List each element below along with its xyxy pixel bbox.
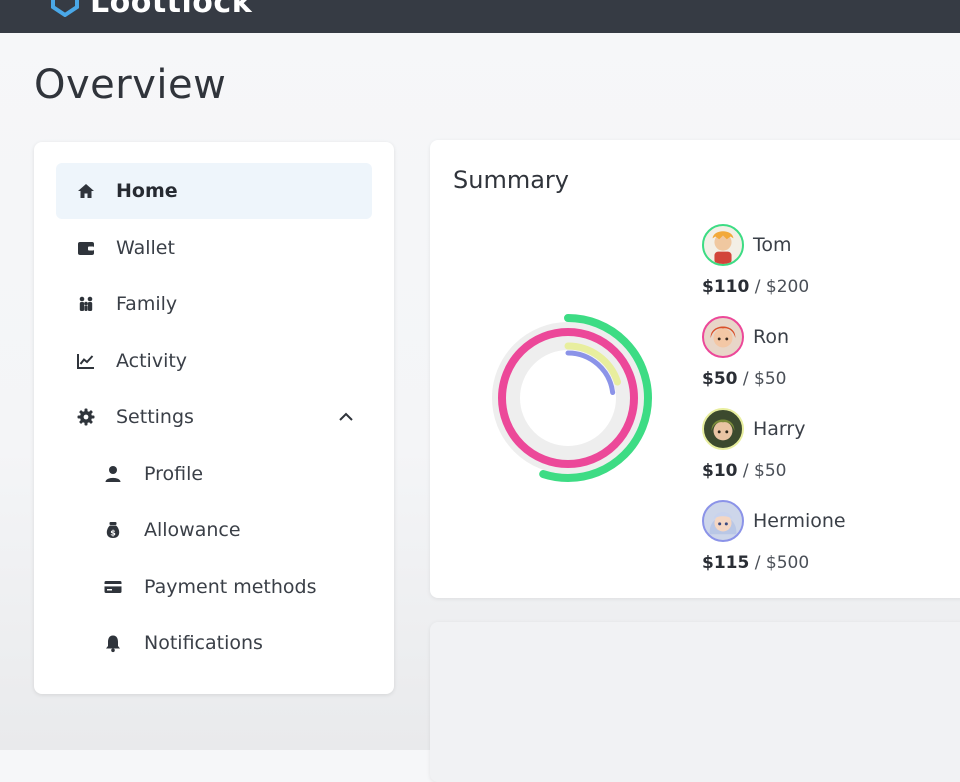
gear-icon <box>76 407 96 427</box>
person-name: Harry <box>753 418 806 440</box>
amount-total: $500 <box>765 553 810 573</box>
person-amount: $50 / $50 <box>702 369 787 389</box>
money-bag-icon: $ <box>103 520 123 540</box>
sidebar-item-allowance[interactable]: $ Allowance <box>56 502 372 558</box>
avatar <box>702 408 744 450</box>
amount-spent: $10 <box>702 461 738 481</box>
person-amount: $10 / $50 <box>702 461 787 481</box>
person-name: Ron <box>753 326 790 348</box>
sidebar-item-label: Family <box>116 293 178 315</box>
person-hermione[interactable]: Hermione $115 / $500 <box>702 500 960 580</box>
sidebar-item-label: Payment methods <box>144 576 317 598</box>
summary-title: Summary <box>453 166 569 194</box>
secondary-card <box>430 622 960 782</box>
svg-text:$: $ <box>110 529 116 538</box>
activity-chart-icon <box>76 351 96 371</box>
amount-total: $200 <box>765 277 810 297</box>
sidebar-item-label: Home <box>116 180 178 202</box>
person-tom[interactable]: Tom $110 / $200 <box>702 224 960 304</box>
spending-rings-chart <box>484 314 652 482</box>
amount-spent: $50 <box>702 369 738 389</box>
person-amount: $110 / $200 <box>702 277 810 297</box>
avatar <box>702 316 744 358</box>
sidebar-item-payment-methods[interactable]: Payment methods <box>56 559 372 615</box>
sidebar-item-label: Activity <box>116 350 188 372</box>
avatar <box>702 500 744 542</box>
sidebar-item-profile[interactable]: Profile <box>56 446 372 502</box>
sidebar-item-wallet[interactable]: Wallet <box>56 220 372 276</box>
sidebar-item-family[interactable]: Family <box>56 276 372 332</box>
sidebar-item-label: Profile <box>144 463 204 485</box>
logo-icon <box>51 0 79 17</box>
home-icon <box>76 181 96 201</box>
sidebar-item-activity[interactable]: Activity <box>56 333 372 389</box>
amount-spent: $115 <box>702 553 750 573</box>
person-amount: $115 / $500 <box>702 553 810 573</box>
sidebar-item-label: Notifications <box>144 632 263 654</box>
person-name: Hermione <box>753 510 846 532</box>
sidebar-item-label: Settings <box>116 406 194 428</box>
family-icon <box>76 294 96 314</box>
amount-total: $50 <box>754 461 787 481</box>
avatar <box>702 224 744 266</box>
chevron-up-icon[interactable] <box>336 407 356 427</box>
ring-center <box>532 362 604 434</box>
sidebar-item-notifications[interactable]: Notifications <box>56 615 372 671</box>
sidebar-item-label: Wallet <box>116 237 175 259</box>
bell-icon <box>103 633 123 653</box>
sidebar-item-label: Allowance <box>144 519 241 541</box>
person-harry[interactable]: Harry $10 / $50 <box>702 408 960 488</box>
sidebar: Home Wallet Family Activity Settings Pro… <box>34 142 394 694</box>
credit-card-icon <box>103 577 123 597</box>
brand[interactable]: Loottlock <box>50 0 253 20</box>
top-bar: Loottlock <box>0 0 960 33</box>
person-ron[interactable]: Ron $50 / $50 <box>702 316 960 396</box>
page-title: Overview <box>34 62 227 108</box>
app-name: Loottlock <box>90 0 253 20</box>
person-icon <box>103 464 123 484</box>
amount-total: $50 <box>754 369 787 389</box>
amount-spent: $110 <box>702 277 750 297</box>
summary-card: Summary Tom $110 / $200 Ron $50 / $50 Ha… <box>430 140 960 598</box>
person-name: Tom <box>753 234 792 256</box>
sidebar-item-settings[interactable]: Settings <box>56 389 372 445</box>
sidebar-item-home[interactable]: Home <box>56 163 372 219</box>
wallet-icon <box>76 238 96 258</box>
